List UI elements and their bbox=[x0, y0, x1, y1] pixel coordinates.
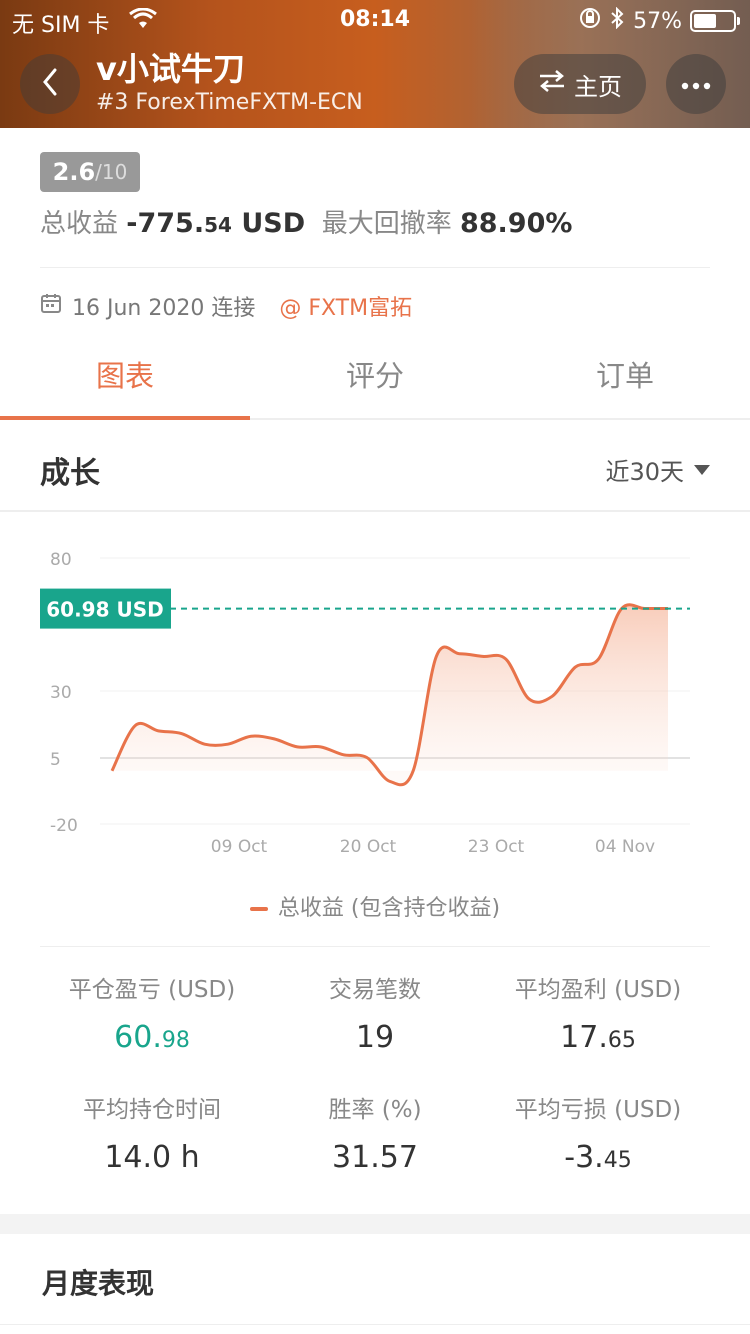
summary-stats: 总收益 -775.54 USD 最大回撤率 88.90% bbox=[40, 203, 572, 240]
metric-value-main: 19 bbox=[355, 1020, 395, 1055]
chevron-left-icon bbox=[40, 67, 60, 101]
account-subtitle: #3 ForexTimeFXTM-ECN bbox=[96, 90, 363, 115]
home-button[interactable]: 主页 bbox=[514, 54, 646, 114]
current-value-label: 60.98 USD bbox=[46, 598, 163, 622]
total-profit-label: 总收益 bbox=[40, 209, 119, 239]
section-gap bbox=[0, 1214, 750, 1234]
switch-icon bbox=[538, 69, 566, 99]
divider bbox=[40, 267, 710, 268]
metric-value-decimals: 65 bbox=[607, 1028, 636, 1053]
metric-value: -3.45 bbox=[486, 1140, 710, 1175]
legend-label: 总收益 (包含持仓收益) bbox=[277, 896, 501, 921]
legend-swatch bbox=[249, 907, 268, 911]
metric-value-decimals: 98 bbox=[161, 1028, 190, 1053]
score-badge: 2.6/10 bbox=[40, 152, 140, 192]
metric-item: 平均盈利 (USD) 17.65 bbox=[486, 970, 710, 1055]
drawdown-value: 88.90% bbox=[459, 208, 573, 239]
rotation-lock-icon bbox=[579, 7, 601, 35]
x-tick-label: 23 Oct bbox=[468, 837, 525, 857]
y-tick-label: 30 bbox=[50, 683, 72, 703]
metric-item: 平仓盈亏 (USD) 60.98 bbox=[40, 970, 264, 1055]
metric-label: 平均盈利 (USD) bbox=[514, 977, 682, 1003]
growth-section-header: 成长 近30天 bbox=[0, 422, 750, 512]
tab-rating[interactable]: 评分 bbox=[250, 336, 500, 418]
y-tick-label: -20 bbox=[50, 816, 78, 836]
metric-value: 31.57 bbox=[263, 1140, 487, 1175]
battery-percent: 57% bbox=[633, 8, 682, 34]
divider bbox=[0, 1324, 750, 1325]
metric-value: 60.98 bbox=[40, 1020, 264, 1055]
metric-value-main: 60. bbox=[114, 1020, 162, 1055]
metric-label: 交易笔数 bbox=[329, 977, 421, 1003]
metric-label: 平均亏损 (USD) bbox=[514, 1097, 682, 1123]
total-profit-unit: USD bbox=[241, 208, 306, 239]
connect-date: 16 Jun 2020 连接 bbox=[72, 296, 256, 321]
total-profit-decimals: 54 bbox=[204, 213, 232, 237]
home-button-label: 主页 bbox=[574, 72, 622, 101]
page-title: v小试牛刀 bbox=[96, 50, 245, 88]
tab-orders[interactable]: 订单 bbox=[500, 336, 750, 418]
profile-header: 无 SIM 卡 08:14 57% v小试牛刀 #3 ForexTimeFXTM… bbox=[0, 0, 750, 128]
score-max: /10 bbox=[95, 160, 128, 184]
status-bar: 无 SIM 卡 08:14 57% bbox=[0, 0, 750, 40]
divider bbox=[40, 946, 710, 947]
more-dots-icon bbox=[681, 75, 711, 94]
metric-value-main: 31.57 bbox=[332, 1140, 418, 1175]
monthly-performance-title: 月度表现 bbox=[42, 1267, 155, 1300]
account-meta: 16 Jun 2020 连接 @ FXTM富拓 bbox=[40, 290, 412, 322]
chart-legend[interactable]: 总收益 (包含持仓收益) bbox=[0, 890, 750, 922]
metric-value: 14.0 h bbox=[40, 1140, 264, 1175]
bluetooth-icon bbox=[609, 6, 625, 35]
growth-chart: 80 30 5 -20 09 Oct 20 Oct 23 Oct 04 Nov 60.98 US… bbox=[40, 550, 690, 857]
metric-label: 平仓盈亏 (USD) bbox=[68, 977, 236, 1003]
score-value: 2.6 bbox=[52, 158, 96, 186]
tab-bar: 图表 评分 订单 bbox=[0, 336, 750, 420]
metric-label: 胜率 (%) bbox=[328, 1097, 422, 1123]
back-button[interactable] bbox=[20, 54, 80, 114]
range-label: 近30天 bbox=[605, 458, 684, 486]
x-tick-label: 09 Oct bbox=[211, 837, 268, 857]
broker-name: FXTM富拓 bbox=[308, 296, 413, 321]
metric-item: 交易笔数 19 bbox=[263, 970, 487, 1055]
x-tick-label: 20 Oct bbox=[340, 837, 397, 857]
tab-chart[interactable]: 图表 bbox=[0, 336, 250, 420]
y-tick-label: 5 bbox=[50, 750, 61, 770]
drawdown-label: 最大回撤率 bbox=[321, 209, 452, 239]
metric-item: 平均持仓时间 14.0 h bbox=[40, 1090, 264, 1175]
broker-link[interactable]: @ FXTM富拓 bbox=[279, 290, 412, 322]
metric-item: 胜率 (%) 31.57 bbox=[263, 1090, 487, 1175]
range-selector[interactable]: 近30天 bbox=[605, 452, 710, 487]
metric-value-main: 17. bbox=[560, 1020, 608, 1055]
metric-value-main: -3. bbox=[564, 1140, 604, 1175]
metric-value: 19 bbox=[263, 1020, 487, 1055]
growth-title: 成长 bbox=[40, 456, 100, 491]
x-tick-label: 04 Nov bbox=[595, 837, 655, 857]
battery-icon bbox=[690, 10, 740, 32]
total-profit-value: -775. bbox=[126, 208, 205, 239]
calendar-icon bbox=[40, 292, 62, 320]
more-button[interactable] bbox=[666, 54, 726, 114]
metric-label: 平均持仓时间 bbox=[83, 1097, 221, 1123]
y-tick-label: 80 bbox=[50, 550, 72, 570]
metric-value: 17.65 bbox=[486, 1020, 710, 1055]
caret-down-icon bbox=[694, 464, 710, 475]
metric-item: 平均亏损 (USD) -3.45 bbox=[486, 1090, 710, 1175]
metric-value-decimals: 45 bbox=[603, 1148, 632, 1173]
metric-value-main: 14.0 h bbox=[104, 1140, 200, 1175]
